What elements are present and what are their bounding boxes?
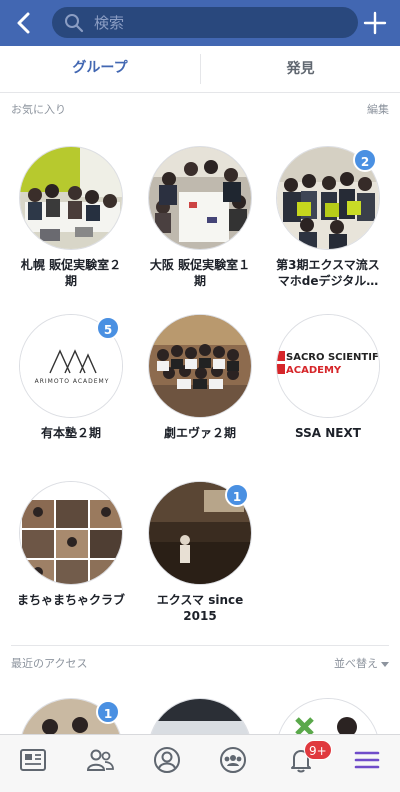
group-item[interactable]: SACRO SCIENTIFIC ACADEMY SSA NEXT — [268, 314, 388, 441]
group-photo — [148, 146, 252, 250]
friends-icon — [86, 749, 114, 771]
group-name: SSA NEXT — [295, 426, 361, 440]
section-divider — [11, 645, 389, 646]
group-name: 札幌 販促実験室２期 — [20, 258, 122, 288]
notification-badge: 9+ — [304, 740, 332, 760]
group-name: エクスマ since 2015 — [156, 593, 244, 623]
nav-menu[interactable] — [352, 745, 382, 775]
group-photo — [19, 481, 123, 585]
group-item[interactable]: ARIMOTO ACADEMY 有本塾２期 5 — [11, 314, 131, 441]
bottom-nav: 9+ — [0, 734, 400, 792]
group-name: 第3期エクスマ流スマホdeデジタル… — [276, 258, 380, 288]
group-name: 有本塾２期 — [40, 426, 101, 440]
nav-groups[interactable] — [218, 745, 248, 775]
group-photo: SACRO SCIENTIFIC ACADEMY — [276, 314, 380, 418]
unread-badge: 1 — [96, 700, 120, 724]
group-item[interactable]: 札幌 販促実験室２期 — [11, 146, 131, 289]
recent-title: 最近のアクセス — [11, 657, 88, 670]
tab-discover[interactable]: 発見 — [200, 54, 400, 84]
ssa-logo-mark — [277, 351, 285, 361]
group-name: 劇エヴァ２期 — [163, 426, 236, 440]
news-feed-icon — [20, 749, 46, 771]
group-item[interactable]: 大阪 販促実験室１期 — [140, 146, 260, 289]
group-item[interactable]: 劇エヴァ２期 — [140, 314, 260, 441]
menu-icon — [354, 751, 380, 769]
tab-groups[interactable]: グループ — [0, 46, 200, 92]
ssa-logo-line-2: ACADEMY — [286, 365, 342, 376]
ssa-logo-line-1: SACRO SCIENTIFIC — [286, 352, 380, 363]
group-name: 大阪 販促実験室１期 — [149, 258, 251, 288]
create-group-button[interactable] — [362, 10, 388, 36]
group-name: まちゃまちゃクラブ — [16, 593, 125, 607]
top-bar — [0, 0, 400, 46]
sort-label: 並べ替え — [334, 657, 378, 670]
nav-profile[interactable] — [152, 745, 182, 775]
group-item[interactable]: エクスマ since 2015 1 — [140, 481, 260, 624]
sort-button[interactable]: 並べ替え — [334, 655, 389, 671]
caret-down-icon — [381, 661, 389, 667]
back-button[interactable] — [12, 10, 38, 36]
plus-icon — [363, 11, 387, 35]
nav-news-feed[interactable] — [18, 745, 48, 775]
group-photo — [148, 314, 252, 418]
group-photo — [19, 146, 123, 250]
profile-icon — [154, 747, 180, 773]
arimoto-logo-text: ARIMOTO ACADEMY — [35, 378, 110, 385]
groups-icon — [220, 747, 246, 773]
nav-friends[interactable] — [85, 745, 115, 775]
group-item[interactable]: 第3期エクスマ流スマホdeデジタル… 2 — [268, 146, 388, 289]
unread-badge: 2 — [353, 148, 377, 172]
search-input[interactable] — [94, 7, 344, 38]
recent-header: 最近のアクセス 並べ替え — [0, 647, 400, 675]
tab-bar: グループ 発見 — [0, 46, 400, 93]
chevron-left-icon — [17, 12, 30, 34]
search-bar[interactable] — [52, 7, 358, 38]
unread-badge: 1 — [225, 483, 249, 507]
search-icon — [65, 14, 84, 33]
edit-button[interactable]: 編集 — [367, 101, 389, 117]
group-item[interactable]: まちゃまちゃクラブ — [11, 481, 131, 608]
favorites-title: お気に入り — [11, 103, 66, 116]
favorites-header: お気に入り 編集 — [0, 93, 400, 121]
unread-badge: 5 — [96, 316, 120, 340]
